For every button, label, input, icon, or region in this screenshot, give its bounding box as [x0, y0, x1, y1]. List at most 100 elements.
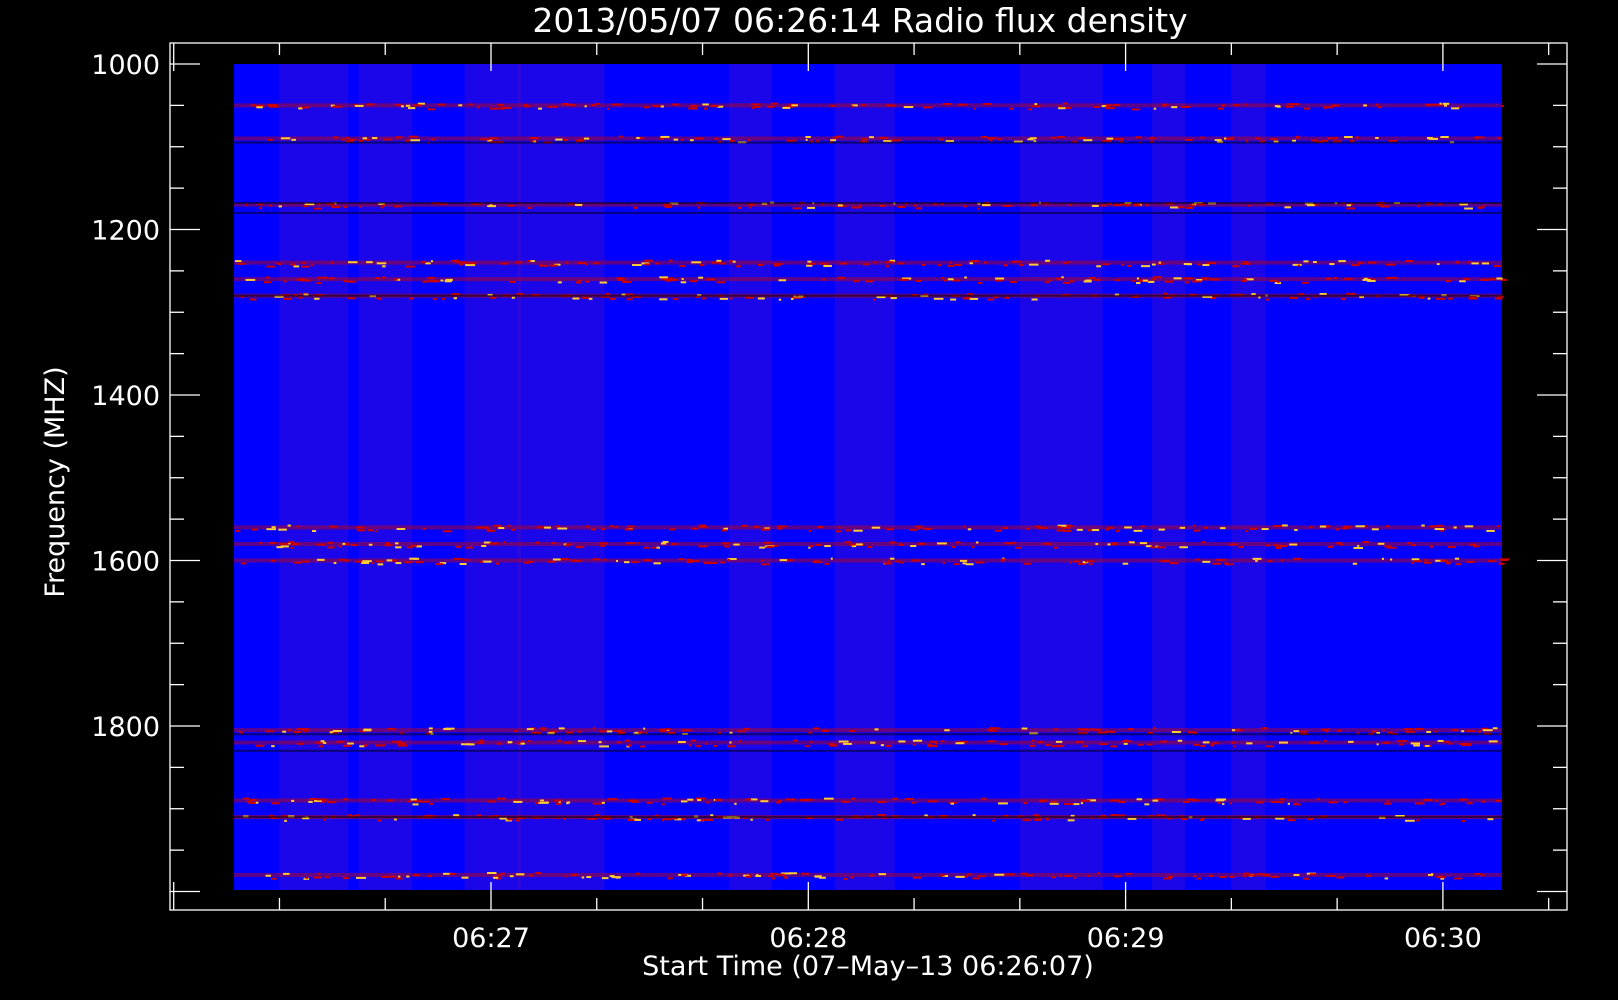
band-speckle — [468, 262, 477, 265]
band-speckle — [333, 136, 339, 139]
x-tick-label: 06:29 — [1087, 923, 1165, 954]
band-speckle — [342, 877, 350, 880]
band-speckle — [771, 877, 776, 880]
band-speckle — [963, 205, 967, 208]
band-speckle — [669, 528, 675, 531]
band-speckle — [989, 727, 999, 730]
band-speckle — [637, 542, 640, 545]
band-speckle — [305, 876, 308, 879]
band-speckle — [690, 739, 697, 742]
band-speckle — [1118, 801, 1126, 804]
band-speckle — [534, 871, 541, 874]
band-speckle — [1464, 525, 1474, 528]
band-speckle — [1169, 562, 1179, 565]
band-speckle — [459, 563, 467, 566]
band-speckle — [870, 741, 876, 744]
band-speckle — [332, 205, 336, 208]
band-speckle — [890, 557, 895, 560]
band-speckle — [1105, 528, 1110, 531]
band-speckle — [266, 528, 277, 531]
band-speckle — [639, 745, 646, 748]
band-speckle — [367, 529, 375, 532]
band-speckle — [1129, 541, 1135, 544]
band-speckle — [1489, 278, 1496, 281]
band-speckle — [1414, 802, 1425, 805]
band-speckle — [503, 541, 506, 544]
band-speckle — [259, 541, 263, 544]
band-speckle — [362, 560, 372, 563]
band-speckle — [662, 797, 672, 800]
band-speckle — [728, 874, 733, 877]
band-speckle — [1050, 800, 1057, 803]
band-speckle — [1285, 105, 1294, 108]
band-speckle — [526, 206, 533, 209]
band-speckle — [1140, 525, 1145, 528]
band-speckle — [1210, 744, 1215, 747]
band-speckle — [969, 297, 979, 300]
band-speckle — [1069, 561, 1072, 564]
band-speckle — [835, 530, 842, 533]
band-speckle — [496, 742, 502, 745]
band-speckle — [594, 814, 599, 817]
band-speckle — [777, 527, 783, 530]
band-speckle — [898, 740, 906, 743]
band-speckle — [343, 205, 348, 208]
band-speckle — [810, 741, 813, 744]
y-tick-label: 1600 — [91, 547, 160, 578]
band-speckle — [291, 138, 296, 141]
band-speckle — [1248, 204, 1251, 207]
band-speckle — [398, 875, 401, 878]
band-speckle — [745, 798, 752, 801]
band-speckle — [570, 104, 576, 107]
band-speckle — [1067, 260, 1071, 263]
band-speckle — [394, 278, 398, 281]
y-tick-label: 1000 — [91, 50, 160, 81]
band-speckle — [969, 262, 974, 265]
band-speckle — [680, 800, 688, 803]
band-speckle — [406, 546, 413, 549]
band-speckle — [1461, 730, 1465, 733]
band-speckle — [584, 105, 587, 108]
band-speckle — [265, 874, 272, 877]
band-speckle — [316, 543, 326, 546]
band-speckle — [1150, 546, 1156, 549]
band-speckle — [1110, 745, 1118, 748]
band-speckle — [316, 558, 325, 561]
band-speckle — [1029, 263, 1039, 266]
band-speckle — [975, 541, 979, 544]
band-speckle — [1225, 563, 1234, 566]
band-speckle — [577, 740, 586, 743]
band-speckle — [942, 102, 952, 105]
band-speckle — [1351, 264, 1360, 267]
band-speckle — [1093, 728, 1102, 731]
band-speckle — [1207, 262, 1216, 265]
band-speckle — [1115, 529, 1121, 532]
band-speckle — [1037, 741, 1044, 744]
band-speckle — [282, 730, 287, 733]
band-speckle — [1031, 105, 1041, 108]
band-speckle — [453, 814, 460, 817]
band-speckle — [853, 529, 863, 532]
band-speckle — [607, 798, 618, 801]
band-speckle — [660, 105, 664, 108]
band-speckle — [1188, 204, 1195, 207]
band-speckle — [270, 559, 276, 562]
band-speckle — [395, 136, 403, 139]
band-speckle — [288, 541, 295, 544]
band-speckle — [445, 279, 453, 282]
band-speckle — [844, 541, 852, 544]
band-speckle — [581, 876, 585, 879]
band-speckle — [870, 874, 875, 877]
band-speckle — [655, 262, 660, 265]
band-speckle — [1255, 137, 1261, 140]
band-speckle — [936, 542, 947, 545]
band-speckle — [1025, 874, 1033, 877]
band-speckle — [1353, 546, 1363, 549]
band-speckle — [293, 731, 302, 734]
band-speckle — [1352, 562, 1358, 565]
band-speckle — [643, 559, 652, 562]
band-speckle — [917, 542, 926, 545]
band-speckle — [1127, 817, 1137, 820]
band-speckle — [1182, 800, 1190, 803]
band-speckle — [1474, 136, 1485, 139]
